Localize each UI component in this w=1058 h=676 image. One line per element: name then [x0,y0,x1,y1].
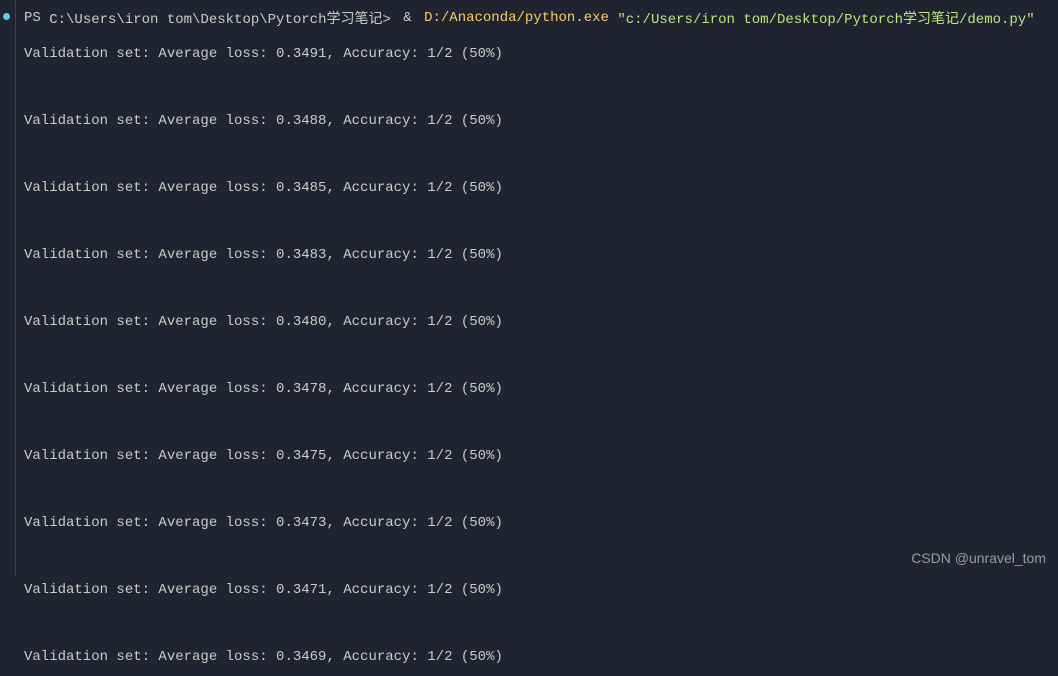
output-spacer [16,408,1058,438]
output-line: Validation set: Average loss: 0.3469, Ac… [16,639,1058,676]
output-spacer [16,207,1058,237]
command-separator: & [403,10,411,26]
script-argument: "c:/Users/iron tom/Desktop/Pytorch学习笔记/d… [617,8,1034,28]
output-spacer [16,475,1058,505]
output-line: Validation set: Average loss: 0.3471, Ac… [16,572,1058,609]
output-container: Validation set: Average loss: 0.3491, Ac… [16,36,1058,676]
output-line: Validation set: Average loss: 0.3473, Ac… [16,505,1058,542]
executable-path: D:/Anaconda/python.exe [424,10,609,26]
cwd-path: C:\Users\iron tom\Desktop\Pytorch学习笔记> [49,8,391,28]
shell-label: PS [24,10,41,26]
output-line: Validation set: Average loss: 0.3488, Ac… [16,103,1058,140]
terminal-panel[interactable]: PS C:\Users\iron tom\Desktop\Pytorch学习笔记… [0,0,1058,576]
watermark-text: CSDN @unravel_tom [911,550,1046,566]
output-line: Validation set: Average loss: 0.3480, Ac… [16,304,1058,341]
terminal-content: PS C:\Users\iron tom\Desktop\Pytorch学习笔记… [16,0,1058,676]
output-spacer [16,609,1058,639]
output-line: Validation set: Average loss: 0.3475, Ac… [16,438,1058,475]
terminal-gutter [0,0,16,576]
output-line: Validation set: Average loss: 0.3485, Ac… [16,170,1058,207]
output-spacer [16,274,1058,304]
output-line: Validation set: Average loss: 0.3483, Ac… [16,237,1058,274]
active-indicator-icon [3,13,10,20]
output-spacer [16,73,1058,103]
output-spacer [16,341,1058,371]
output-line: Validation set: Average loss: 0.3478, Ac… [16,371,1058,408]
output-spacer [16,140,1058,170]
prompt-line: PS C:\Users\iron tom\Desktop\Pytorch学习笔记… [16,0,1058,36]
output-spacer [16,542,1058,572]
output-line: Validation set: Average loss: 0.3491, Ac… [16,36,1058,73]
